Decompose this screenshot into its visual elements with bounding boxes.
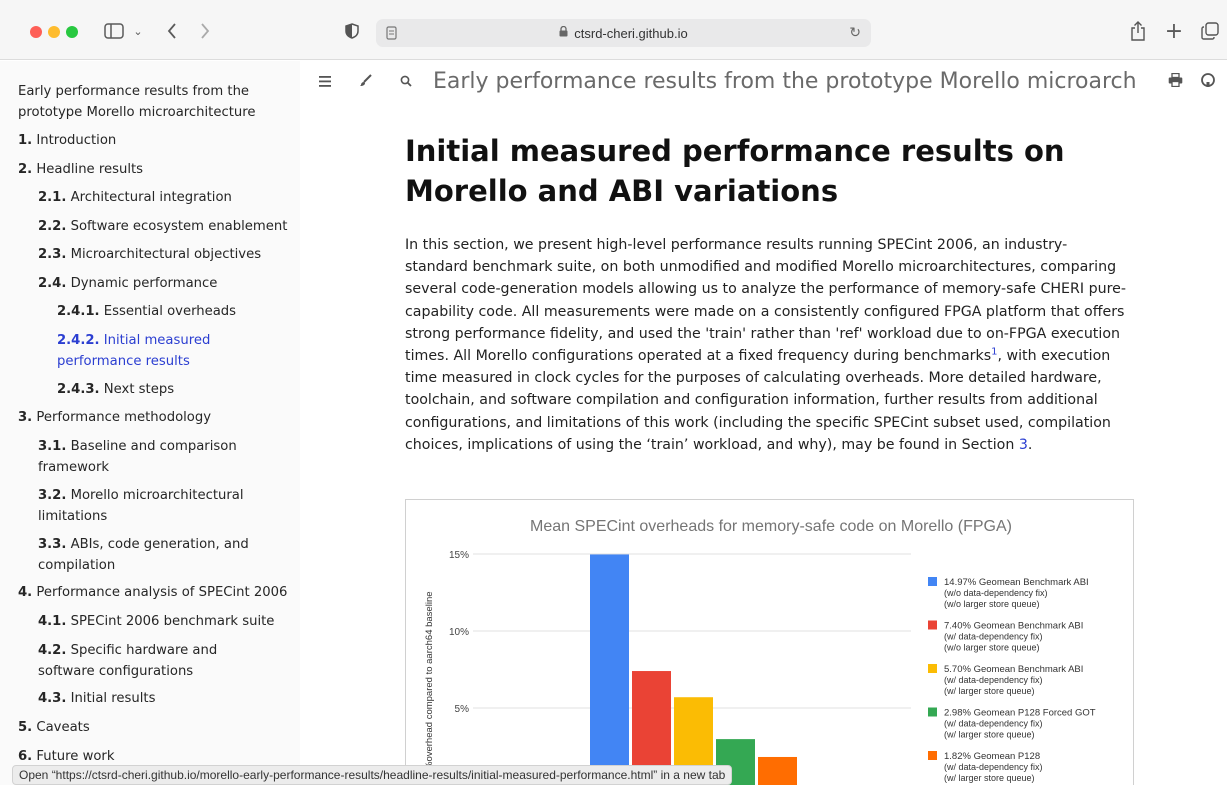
forward-button[interactable] <box>196 18 214 44</box>
toc-item-hardware-software-config[interactable]: 4.2. Specific hardware and software conf… <box>38 641 278 682</box>
zoom-window-button[interactable] <box>66 26 78 38</box>
legend-note: (w/ data-dependency fix) <box>944 675 1043 685</box>
privacy-shield-icon[interactable] <box>343 18 361 44</box>
toc-item-performance-methodology[interactable]: 3. Performance methodology <box>18 408 211 429</box>
content-header: Early performance results from the proto… <box>300 61 1227 107</box>
legend-swatch <box>928 620 937 630</box>
url-text: ctsrd-cheri.github.io <box>574 25 688 41</box>
minimize-window-button[interactable] <box>48 26 60 38</box>
legend-label: 7.40% Geomean Benchmark ABI <box>944 621 1083 632</box>
chart-title: Mean SPECint overheads for memory-safe c… <box>530 518 1012 535</box>
legend-swatch <box>928 577 937 586</box>
legend-note: (w/ larger store queue) <box>944 686 1035 696</box>
page-book-title: Early performance results from the proto… <box>433 69 1138 94</box>
chart-y-tick-label: 15% <box>449 550 469 561</box>
toc-item-specint-suite[interactable]: 4.1. SPECint 2006 benchmark suite <box>38 612 274 633</box>
toc-item-software-ecosystem[interactable]: 2.2. Software ecosystem enablement <box>38 217 287 238</box>
share-icon[interactable] <box>1128 18 1148 44</box>
overhead-bar-chart: Mean SPECint overheads for memory-safe c… <box>424 518 1096 785</box>
toc-item-performance-analysis[interactable]: 4. Performance analysis of SPECint 2006 <box>18 583 287 604</box>
chevron-down-icon[interactable]: ⌄ <box>131 18 145 44</box>
sidebar-book-title[interactable]: Early performance results from the proto… <box>18 81 288 123</box>
toc-item-introduction[interactable]: 1. Introduction <box>18 131 116 152</box>
legend-label: 14.97% Geomean Benchmark ABI <box>944 577 1089 588</box>
legend-swatch <box>928 664 937 673</box>
tab-overview-icon[interactable] <box>1199 18 1221 44</box>
new-tab-icon[interactable]: + <box>1164 18 1184 44</box>
menu-icon[interactable] <box>319 73 331 91</box>
chart-container: Mean SPECint overheads for memory-safe c… <box>405 499 1134 785</box>
toc-item-morello-limitations[interactable]: 3.2. Morello microarchitectural limitati… <box>38 486 248 527</box>
toc-item-dynamic-performance[interactable]: 2.4. Dynamic performance <box>38 274 217 295</box>
close-window-button[interactable] <box>30 26 42 38</box>
legend-note: (w/ data-dependency fix) <box>944 632 1043 642</box>
link-status-bar: Open “https://ctsrd-cheri.github.io/more… <box>12 765 733 785</box>
toc-item-architectural-integration[interactable]: 2.1. Architectural integration <box>38 188 232 209</box>
chart-bar <box>758 756 797 785</box>
legend-note: (w/o larger store queue) <box>944 599 1040 609</box>
back-button[interactable] <box>163 18 181 44</box>
reload-icon[interactable]: ↻ <box>849 24 861 41</box>
legend-label: 1.82% Geomean P128 <box>944 751 1040 762</box>
toc-item-initial-measured-performance[interactable]: 2.4.2. Initial measured performance resu… <box>57 331 292 372</box>
search-icon[interactable] <box>400 73 412 91</box>
table-of-contents-sidebar: Early performance results from the proto… <box>0 61 300 785</box>
legend-swatch <box>928 707 937 717</box>
toc-item-abis-code-generation[interactable]: 3.3. ABIs, code generation, and compilat… <box>38 535 253 576</box>
toc-item-headline-results[interactable]: 2. Headline results <box>18 160 143 181</box>
legend-note: (w/ data-dependency fix) <box>944 762 1043 772</box>
legend-swatch <box>928 751 937 760</box>
toc-item-initial-results[interactable]: 4.3. Initial results <box>38 689 155 710</box>
legend-label: 5.70% Geomean Benchmark ABI <box>944 664 1083 675</box>
toc-item-next-steps[interactable]: 2.4.3. Next steps <box>57 380 174 401</box>
legend-note: (w/o data-dependency fix) <box>944 588 1048 598</box>
chart-y-tick-label: 10% <box>449 627 469 638</box>
lock-icon <box>559 25 568 40</box>
address-bar[interactable]: ctsrd-cheri.github.io ↻ <box>376 19 871 47</box>
chart-bar <box>590 554 629 785</box>
chart-y-tick-label: 5% <box>455 704 470 715</box>
toc-item-essential-overheads[interactable]: 2.4.1. Essential overheads <box>57 302 236 323</box>
legend-note: (w/ larger store queue) <box>944 773 1035 783</box>
section-link[interactable]: 3 <box>1019 437 1028 453</box>
legend-note: (w/ data-dependency fix) <box>944 719 1043 729</box>
legend-note: (w/ larger store queue) <box>944 730 1035 740</box>
toc-item-baseline-comparison[interactable]: 3.1. Baseline and comparison framework <box>38 437 248 478</box>
intro-paragraph: In this section, we present high-level p… <box>405 237 1126 453</box>
github-icon[interactable] <box>1201 73 1215 91</box>
paintbrush-icon[interactable] <box>359 73 372 91</box>
print-icon[interactable] <box>1168 72 1183 91</box>
browser-toolbar: ⌄ ctsrd-cheri.github.io ↻ + <box>0 0 1227 60</box>
page-heading: Initial measured performance results on … <box>405 134 1065 208</box>
sidebar-toggle-icon[interactable] <box>103 18 125 44</box>
legend-label: 2.98% Geomean P128 Forced GOT <box>944 708 1096 719</box>
legend-note: (w/o larger store queue) <box>944 643 1040 653</box>
toc-item-caveats[interactable]: 5. Caveats <box>18 718 90 739</box>
chart-y-axis-label: %overhead compared to aarch64 baseline <box>424 591 435 770</box>
toc-item-microarchitectural-objectives[interactable]: 2.3. Microarchitectural objectives <box>38 245 261 266</box>
page-icon <box>386 26 397 43</box>
